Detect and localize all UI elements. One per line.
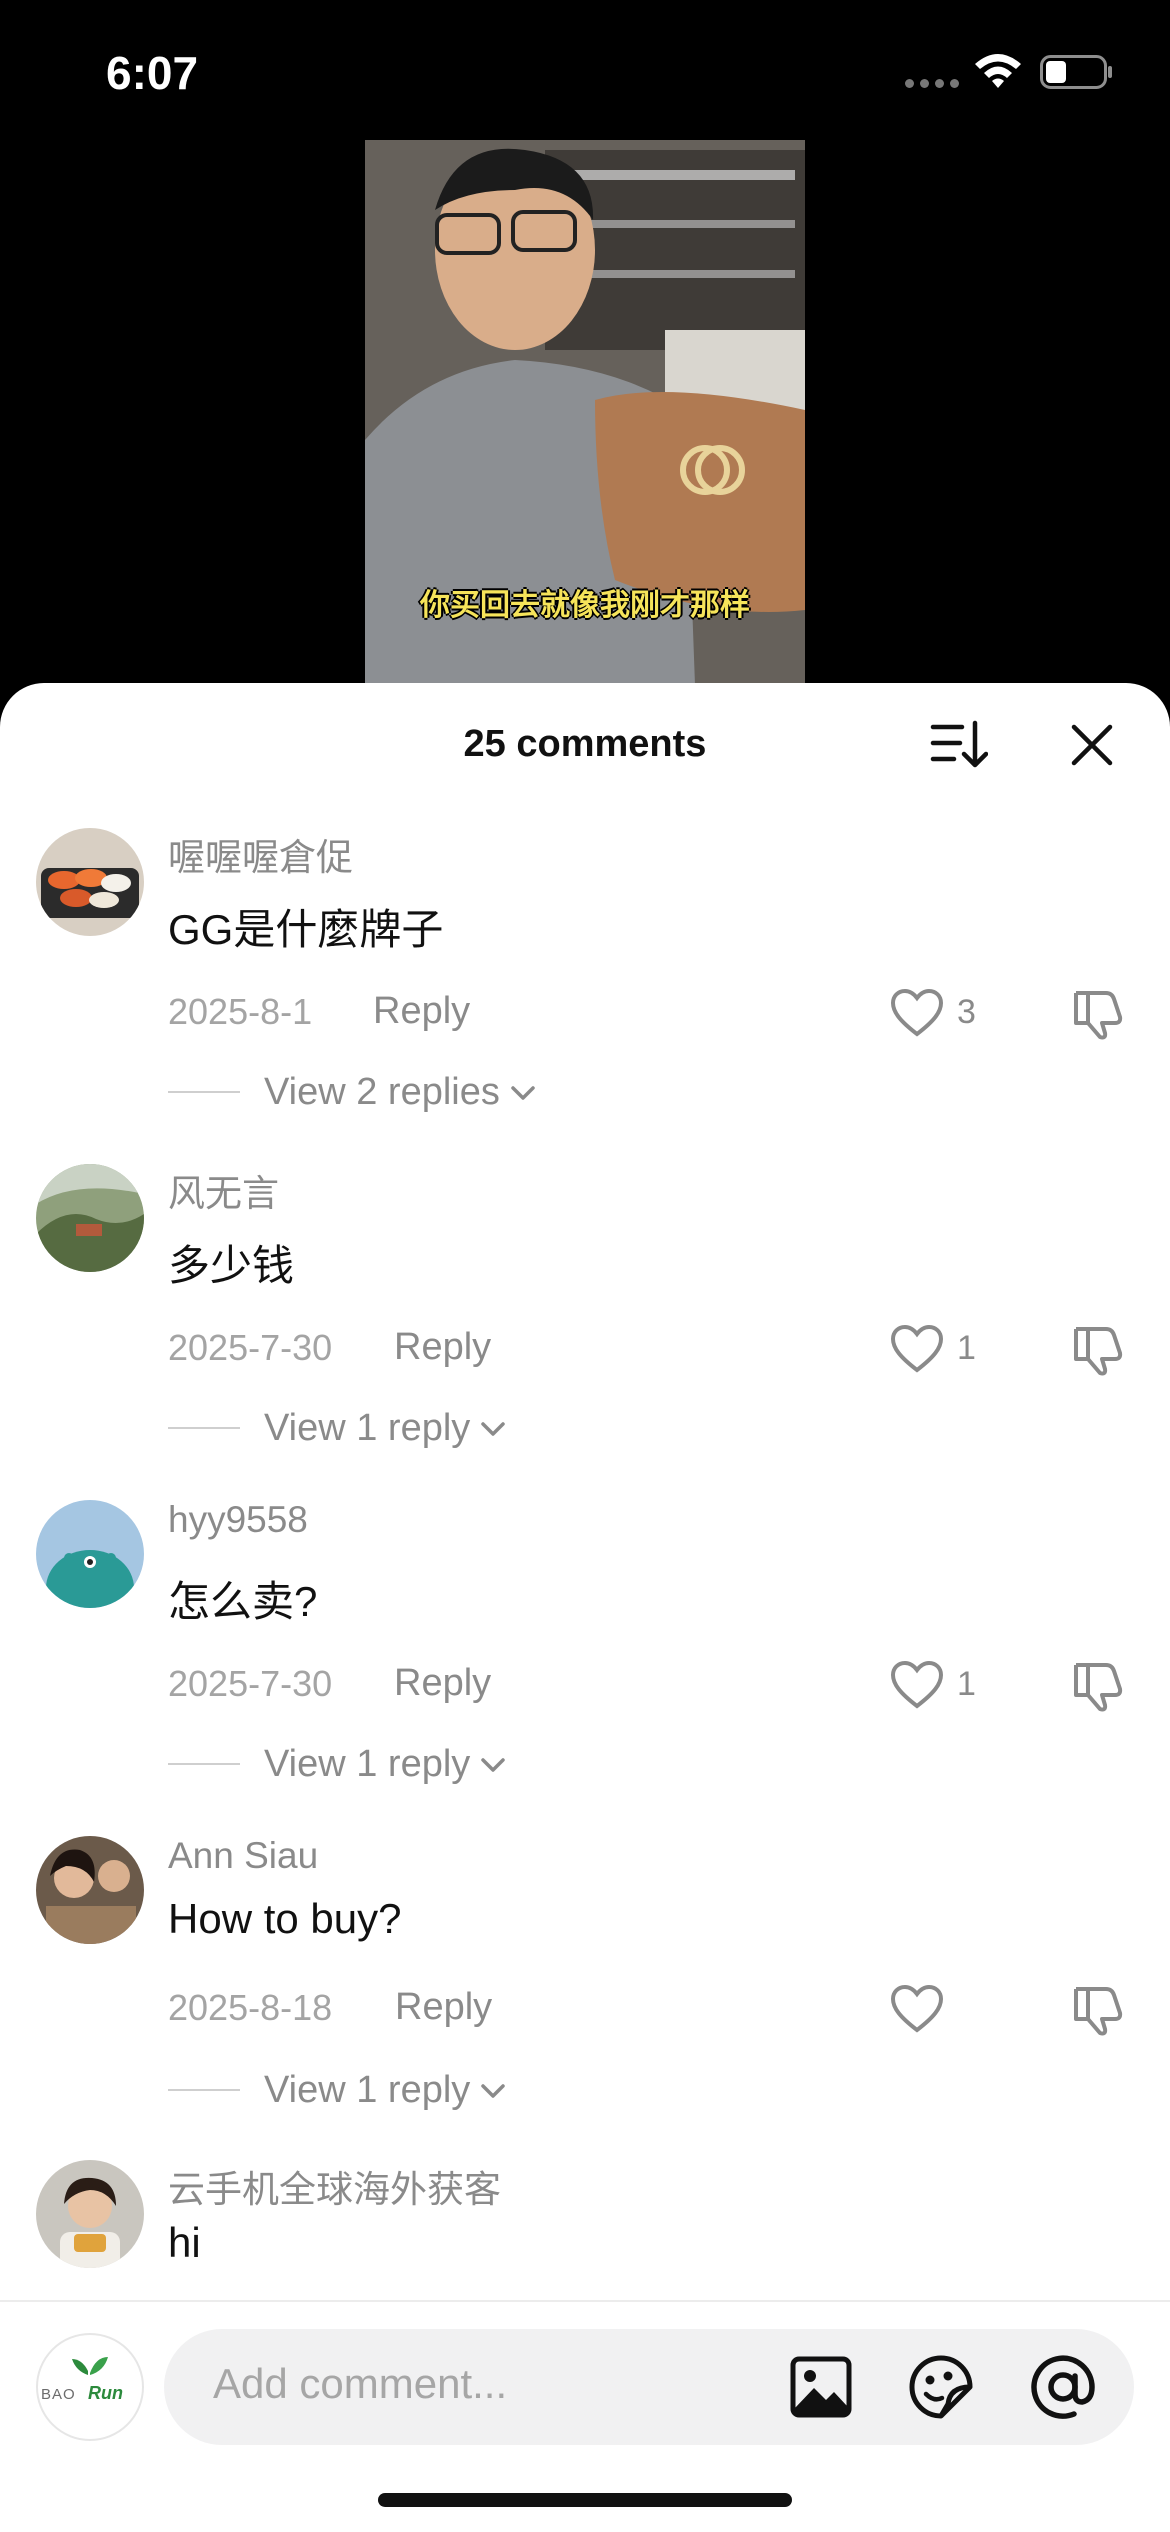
thumbs-down-icon[interactable] — [1070, 1657, 1126, 1713]
video-caption: 你买回去就像我刚才那样 — [420, 589, 750, 622]
view-replies-button[interactable]: View 1 reply — [264, 2069, 506, 2112]
avatar[interactable] — [36, 1836, 144, 1944]
avatar[interactable] — [36, 2160, 144, 2268]
wifi-icon — [975, 54, 1021, 88]
status-time: 6:07 — [106, 47, 199, 99]
heart-outline-icon[interactable] — [890, 1324, 944, 1374]
view-replies-label: View 1 reply — [264, 1743, 471, 1785]
sort-icon[interactable] — [930, 719, 988, 771]
comments-count-title: 25 comments — [463, 723, 707, 765]
comment-username[interactable]: hyy9558 — [168, 1499, 308, 1541]
battery-icon — [1040, 55, 1112, 89]
comment-text: hi — [168, 2219, 201, 2266]
comment-date: 2025-8-18 — [168, 1987, 333, 2028]
divider — [168, 1091, 240, 1093]
comment-input-placeholder: Add comment... — [213, 2360, 508, 2407]
heart-outline-icon[interactable] — [890, 1984, 944, 2034]
chevron-down-icon — [481, 1421, 506, 1436]
comment-text: 怎么卖? — [168, 1578, 318, 1625]
thumbs-down-icon[interactable] — [1070, 1981, 1126, 2037]
logo-text: Run — [88, 2383, 123, 2403]
view-replies-button[interactable]: View 2 replies — [264, 1071, 536, 1114]
logo-text: BAO — [41, 2386, 76, 2403]
view-replies-button[interactable]: View 1 reply — [264, 1743, 506, 1786]
comment-username[interactable]: 云手机全球海外获客 — [168, 2159, 501, 2213]
comment-date: 2025-8-1 — [168, 991, 313, 1032]
divider — [168, 1427, 240, 1429]
comment-date: 2025-7-30 — [168, 1327, 333, 1368]
comment-text: 多少钱 — [168, 1242, 295, 1289]
sticker-emoji-icon[interactable] — [908, 2354, 974, 2420]
comment-username[interactable]: 喔喔喔倉促 — [168, 827, 353, 881]
reply-button[interactable]: Reply — [394, 1326, 491, 1369]
thumbs-down-icon[interactable] — [1070, 1321, 1126, 1377]
view-replies-label: View 2 replies — [264, 1071, 500, 1113]
comments-sheet: 25 comments 喔喔喔倉促 GG是什麼牌子 2025-8-1 Reply… — [0, 683, 1170, 2532]
divider — [168, 2089, 240, 2091]
close-icon[interactable] — [1068, 721, 1116, 769]
reply-button[interactable]: Reply — [395, 1986, 492, 2029]
reply-button[interactable]: Reply — [394, 1662, 491, 1705]
comment-username[interactable]: 风无言 — [168, 1163, 279, 1217]
home-indicator — [378, 2493, 792, 2507]
avatar[interactable] — [36, 1164, 144, 1272]
chevron-down-icon — [481, 1757, 506, 1772]
view-replies-button[interactable]: View 1 reply — [264, 1407, 506, 1450]
heart-outline-icon[interactable] — [890, 1660, 944, 1710]
heart-outline-icon[interactable] — [890, 988, 944, 1038]
view-replies-label: View 1 reply — [264, 2069, 471, 2111]
cellular-signal-icon — [905, 79, 959, 88]
divider — [168, 1763, 240, 1765]
image-icon[interactable] — [790, 2356, 852, 2418]
at-mention-icon[interactable] — [1030, 2354, 1096, 2420]
video-preview[interactable]: 你买回去就像我刚才那样 — [365, 140, 805, 685]
chevron-down-icon — [511, 1085, 535, 1100]
avatar[interactable] — [36, 1500, 144, 1608]
avatar[interactable] — [36, 828, 144, 936]
like-count: 1 — [957, 1665, 976, 1703]
like-count: 3 — [957, 993, 976, 1031]
thumbs-down-icon[interactable] — [1070, 985, 1126, 1041]
status-bar: 6:07 — [0, 0, 1170, 140]
my-avatar[interactable]: BAO Run — [36, 2333, 144, 2441]
chevron-down-icon — [481, 2083, 506, 2098]
comment-date: 2025-7-30 — [168, 1663, 333, 1704]
like-count: 1 — [957, 1329, 976, 1367]
comment-username[interactable]: Ann Siau — [168, 1835, 318, 1877]
divider — [0, 2300, 1170, 2302]
reply-button[interactable]: Reply — [373, 990, 470, 1033]
comment-text: How to buy? — [168, 1895, 402, 1942]
comment-text: GG是什麼牌子 — [168, 906, 444, 953]
view-replies-label: View 1 reply — [264, 1407, 471, 1449]
